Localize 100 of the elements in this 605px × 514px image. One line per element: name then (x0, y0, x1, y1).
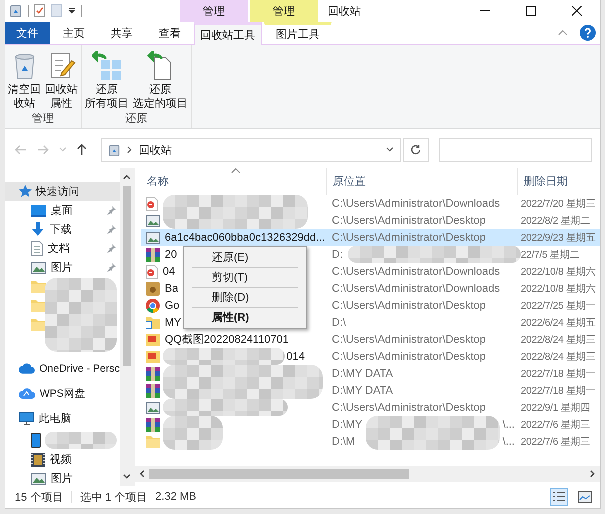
close-icon[interactable] (572, 6, 582, 16)
checklist-icon[interactable] (34, 4, 46, 18)
refresh-icon[interactable] (410, 144, 422, 156)
image-file-icon (146, 334, 160, 346)
deletion-date: 2022/9/1 星期四 (521, 402, 590, 414)
ribbon-button[interactable]: 清空回 收站 (8, 51, 41, 111)
sidebar-item[interactable]: 此电脑 (5, 406, 120, 431)
deletion-date: 2022/8/24 星期三 (521, 334, 596, 346)
deletion-date: 2022/9/23 星期五 (521, 232, 596, 244)
details-view-button[interactable] (550, 488, 568, 506)
column-header[interactable]: 原位置 (327, 168, 518, 195)
file-name: 6a1c4bac060bba0c1326329dd... (165, 232, 326, 244)
app-icon (146, 282, 160, 296)
pin-icon[interactable] (107, 225, 116, 234)
ribbon-group-label: 还原 (126, 112, 148, 126)
original-location: C:\Users\Administrator\Desktop (332, 232, 486, 244)
ribbon-tab[interactable]: 共享 (98, 22, 146, 44)
sidebar-item[interactable]: 视频 (5, 450, 120, 469)
folder-icon (31, 280, 46, 293)
scroll-left-icon (139, 470, 145, 478)
scroll-up-icon (123, 174, 131, 180)
deletion-date: 2022/6/24 星期五 (521, 316, 596, 330)
original-location: D:\ (332, 316, 346, 328)
menu-item[interactable]: 剪切(T) (186, 269, 304, 286)
ribbon-button[interactable]: 还原 所有项目 (85, 51, 129, 111)
archive-stack-icon (146, 384, 160, 398)
sidebar-item[interactable]: 快速访问 (5, 182, 120, 201)
file-name: MY (165, 316, 182, 328)
sidebar-item[interactable]: 下载 (5, 220, 120, 239)
sidebar-item[interactable]: 桌面 (5, 201, 120, 220)
original-location: D:\MY DATA (332, 384, 394, 396)
deletion-date: 2022/7/18 星期一 (521, 384, 596, 398)
sidebar-item[interactable]: 图片 (5, 258, 120, 277)
ribbon-button[interactable]: 还原 选定的项目 (133, 51, 188, 111)
film-icon (31, 452, 45, 466)
chevron-icon (127, 146, 133, 154)
refresh-button[interactable] (403, 138, 429, 162)
sidebar-item[interactable]: 文档 (5, 239, 120, 258)
deletion-date: 2022/10/8 星期六 (521, 282, 596, 296)
collapse-ribbon-icon[interactable] (558, 30, 568, 36)
up-arrow-icon[interactable] (77, 144, 87, 156)
download-arrow-icon (31, 222, 45, 237)
pin-icon[interactable] (107, 206, 116, 215)
deletion-date: 2022/7/20 星期三 (521, 198, 596, 210)
recycle-bin-icon (14, 54, 34, 80)
file-name: 20 (165, 248, 178, 260)
details-list-icon[interactable] (552, 491, 566, 503)
menu-item[interactable]: 还原(E) (186, 249, 304, 266)
picture-frame-icon[interactable] (578, 491, 592, 503)
maximize-icon[interactable] (526, 6, 536, 16)
ribbon-tab[interactable]: 查看 (146, 22, 194, 44)
original-location: C:\Users\Administrator\Downloads (332, 266, 500, 278)
mosaic-overlay (45, 432, 117, 449)
file-name: 04 (163, 266, 176, 278)
deletion-date: 2022/7/25 星期一 (521, 300, 596, 312)
pdf-file-icon (146, 264, 158, 278)
ribbon-tab[interactable]: 主页 (50, 22, 98, 44)
ribbon-tab[interactable]: 回收站工具 (194, 22, 262, 45)
folder-icon (31, 318, 46, 331)
image-file-icon (146, 350, 160, 362)
archive-stack-icon (146, 366, 160, 380)
dropdown-caret-icon[interactable] (68, 7, 76, 15)
original-location: D:\M (332, 436, 356, 448)
original-location: C:\Users\Administrator\Desktop (332, 300, 486, 312)
scroll-right-icon (590, 470, 596, 478)
pin-icon[interactable] (107, 244, 116, 253)
address-bar[interactable]: 回收站 (101, 138, 401, 162)
menu-item[interactable]: 属性(R) (186, 309, 304, 326)
scroll-bar[interactable] (120, 168, 134, 486)
deletion-date: 2022/10/8 星期六 (521, 266, 596, 278)
deletion-date: 2022/8/2 星期二 (521, 214, 590, 228)
folder-icon (31, 299, 46, 312)
sidebar-item[interactable]: 图片 (5, 469, 120, 488)
pin-icon[interactable] (107, 263, 116, 272)
address-path[interactable]: 回收站 (139, 142, 172, 158)
picture-frame-icon (31, 262, 46, 274)
ribbon-button[interactable]: 回收站 属性 (45, 51, 78, 111)
search-field[interactable] (439, 138, 592, 162)
selection-count: 选中 1 个项目 (80, 490, 148, 504)
browser-icon (146, 298, 160, 312)
recycle-bin-icon[interactable] (9, 4, 23, 18)
desktop-icon (31, 204, 46, 216)
scroll-bar[interactable] (135, 466, 600, 482)
deletion-date: 2022/8/24 星期三 (521, 350, 596, 364)
help-icon[interactable] (580, 25, 596, 41)
sidebar-item[interactable]: OneDrive - Persc (5, 356, 120, 381)
ribbon-tab[interactable]: 文件 (5, 22, 50, 44)
deletion-date: 2022/7/6 星期三 (521, 436, 590, 448)
cloud-icon (19, 388, 36, 399)
selected-file-row[interactable]: 6a1c4bac060bba0c1326329dd... C:\Users\Administrator\Desktop 2022/9/23 星期五 (141, 229, 600, 246)
tiles-view-button[interactable] (576, 488, 594, 506)
original-location: D: (332, 248, 343, 260)
image-file-icon (146, 232, 160, 244)
menu-item[interactable]: 删除(D) (186, 289, 304, 306)
original-location: \... (502, 436, 515, 448)
sidebar-item[interactable]: WPS网盘 (5, 381, 120, 406)
column-header[interactable]: 删除日期 (518, 168, 600, 195)
deletion-date: 22/7/5 星期二 (521, 248, 580, 262)
pdf-file-icon (146, 196, 158, 210)
archive-stack-icon (146, 248, 160, 262)
